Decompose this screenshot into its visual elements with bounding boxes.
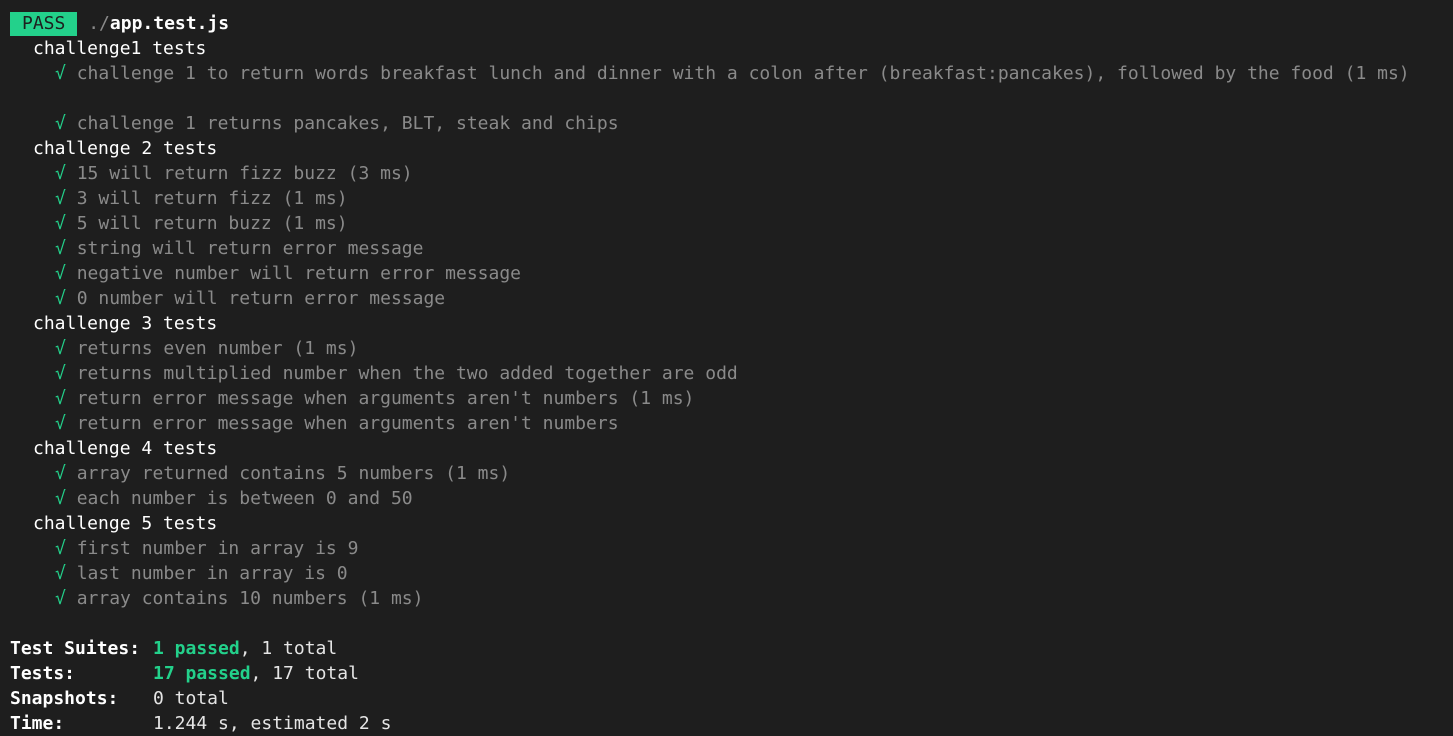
- suite-title: challenge 4 tests: [33, 438, 218, 459]
- check-icon: √: [55, 563, 66, 584]
- check-icon: √: [55, 238, 66, 259]
- check-icon: √: [55, 188, 66, 209]
- test-result-row: √ returns multiplied number when the two…: [0, 361, 738, 386]
- suite-title: challenge 5 tests: [33, 513, 218, 534]
- test-result-row: √ challenge 1 returns pancakes, BLT, ste…: [0, 111, 619, 136]
- test-result-row: √ each number is between 0 and 50: [0, 486, 413, 511]
- check-icon: √: [55, 263, 66, 284]
- suite-title: challenge 3 tests: [33, 313, 218, 334]
- summary-time: Time: 1.244 s, estimated 2 s: [0, 711, 391, 736]
- summary-suites-label: Test Suites:: [10, 638, 141, 659]
- test-name: array contains 10 numbers (1 ms): [76, 588, 424, 609]
- test-name: string will return error message: [76, 238, 424, 259]
- test-result-row: √ negative number will return error mess…: [0, 261, 521, 286]
- file-path-name: app.test.js: [109, 13, 230, 34]
- suite-title: challenge1 tests: [33, 38, 207, 59]
- test-result-row: √ return error message when arguments ar…: [0, 386, 694, 411]
- check-icon: √: [55, 288, 66, 309]
- test-name: 5 will return buzz (1 ms): [76, 213, 348, 234]
- summary-tests-total: , 17 total: [250, 663, 359, 684]
- test-name: 3 will return fizz (1 ms): [76, 188, 348, 209]
- test-result-row: √ 5 will return buzz (1 ms): [0, 211, 348, 236]
- summary-snapshots: Snapshots: 0 total: [0, 686, 229, 711]
- check-icon: √: [55, 63, 66, 84]
- test-name: challenge 1 to return words breakfast lu…: [76, 63, 1410, 84]
- summary-snapshots-value: 0 total: [153, 688, 229, 709]
- check-icon: √: [55, 163, 66, 184]
- test-result-row: √ 0 number will return error message: [0, 286, 445, 311]
- test-result-row: √ challenge 1 to return words breakfast …: [0, 61, 1410, 86]
- test-result-row: √ last number in array is 0: [0, 561, 348, 586]
- test-result-row: √ return error message when arguments ar…: [0, 411, 619, 436]
- file-path-prefix: ./: [88, 13, 110, 34]
- test-result-row: √ returns even number (1 ms): [0, 336, 358, 361]
- test-name: return error message when arguments aren…: [76, 413, 619, 434]
- test-name: challenge 1 returns pancakes, BLT, steak…: [76, 113, 619, 134]
- test-result-row: √ first number in array is 9: [0, 536, 358, 561]
- summary-tests: Tests: 17 passed, 17 total: [0, 661, 359, 686]
- summary-tests-label: Tests:: [10, 663, 76, 684]
- test-name: last number in array is 0: [76, 563, 348, 584]
- summary-suites-passed: 1 passed: [153, 638, 240, 659]
- check-icon: √: [55, 588, 66, 609]
- test-result-row: √ string will return error message: [0, 236, 423, 261]
- check-icon: √: [55, 488, 66, 509]
- check-icon: √: [55, 363, 66, 384]
- summary-time-value: 1.244 s, estimated 2 s: [153, 713, 392, 734]
- check-icon: √: [55, 413, 66, 434]
- summary-tests-passed: 17 passed: [153, 663, 251, 684]
- test-name: returns even number (1 ms): [76, 338, 359, 359]
- test-result-row: √ array returned contains 5 numbers (1 m…: [0, 461, 510, 486]
- test-name: negative number will return error messag…: [76, 263, 522, 284]
- summary-suites-total: , 1 total: [239, 638, 338, 659]
- summary-snapshots-label: Snapshots:: [10, 688, 119, 709]
- summary-time-label: Time:: [10, 713, 65, 734]
- terminal-output[interactable]: PASS ./app.test.js challenge1 tests √ ch…: [0, 0, 1453, 736]
- test-name: return error message when arguments aren…: [76, 388, 695, 409]
- test-name: first number in array is 9: [76, 538, 359, 559]
- test-result-row: √ 15 will return fizz buzz (3 ms): [0, 161, 413, 186]
- test-name: 0 number will return error message: [76, 288, 446, 309]
- test-name: returns multiplied number when the two a…: [76, 363, 738, 384]
- check-icon: √: [55, 538, 66, 559]
- check-icon: √: [55, 463, 66, 484]
- check-icon: √: [55, 213, 66, 234]
- test-result-row: √ array contains 10 numbers (1 ms): [0, 586, 423, 611]
- pass-badge: PASS: [10, 12, 78, 36]
- test-result-row: √ 3 will return fizz (1 ms): [0, 186, 348, 211]
- test-name: array returned contains 5 numbers (1 ms): [76, 463, 511, 484]
- result-header: PASS ./app.test.js: [0, 11, 229, 36]
- check-icon: √: [55, 113, 66, 134]
- test-name: each number is between 0 and 50: [76, 488, 413, 509]
- suite-title: challenge 2 tests: [33, 138, 218, 159]
- summary-suites: Test Suites: 1 passed, 1 total: [0, 636, 337, 661]
- check-icon: √: [55, 388, 66, 409]
- test-name: 15 will return fizz buzz (3 ms): [76, 163, 413, 184]
- check-icon: √: [55, 338, 66, 359]
